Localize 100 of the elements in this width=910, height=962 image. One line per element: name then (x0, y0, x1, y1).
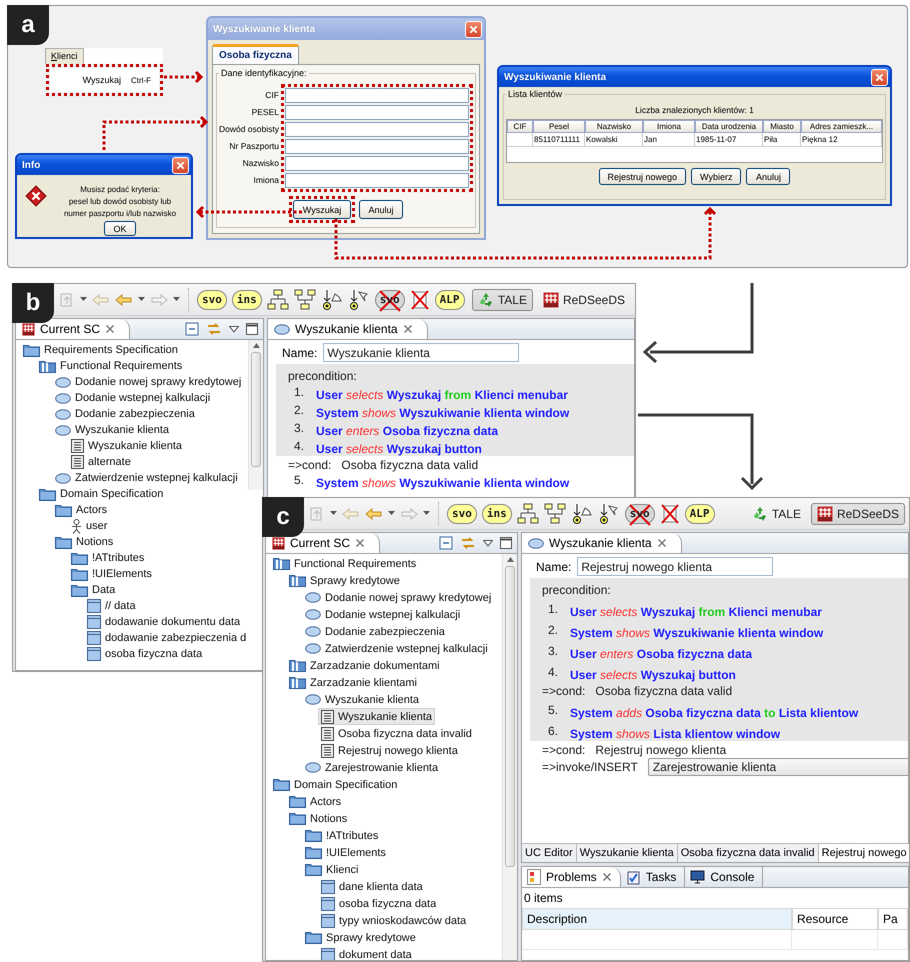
tree-item[interactable]: !UIElements (302, 844, 389, 861)
back-arrow-icon[interactable] (365, 506, 383, 520)
view-tab[interactable]: Current SC (16, 319, 130, 339)
maximize-icon[interactable] (500, 537, 512, 549)
tree-item[interactable]: dane klienta data (318, 878, 426, 895)
tree-item[interactable]: Zarzadzanie klientami (286, 674, 420, 691)
crossed-box-icon[interactable] (660, 502, 680, 524)
tree-item[interactable]: dokument data (318, 946, 415, 960)
dialog-button[interactable]: Anuluj (746, 168, 790, 185)
caret-icon[interactable] (423, 511, 430, 516)
tree-item[interactable]: Actors (286, 793, 344, 810)
tree-item[interactable]: Zatwierdzenie wstepnej kalkulacji (52, 470, 241, 486)
name-field[interactable]: Wyszukanie klienta (323, 343, 520, 362)
tree-item[interactable]: alternate (68, 454, 134, 470)
toolbar-button[interactable]: ALP (684, 504, 714, 524)
marker-icon[interactable] (570, 502, 593, 524)
link-icon[interactable] (460, 536, 476, 550)
name-field[interactable]: Rejestruj nowego klienta (577, 557, 774, 576)
tree-item[interactable]: Actors (52, 502, 110, 518)
merge-icon[interactable] (544, 502, 566, 524)
tree-item[interactable]: Dodanie wstepnej kalkulacji (302, 606, 464, 623)
dialog-tab[interactable]: Osoba fizyczna (212, 44, 299, 64)
column-header[interactable]: Description (522, 908, 792, 930)
perspective-button[interactable]: TALE (472, 288, 533, 310)
dialog-button[interactable]: Wyszukaj (293, 200, 351, 219)
input-field[interactable] (285, 173, 469, 188)
tree-item[interactable]: Zatwierdzenie wstepnej kalkulacji (302, 640, 491, 657)
marker-icon[interactable] (320, 288, 343, 310)
crossed-box-icon[interactable] (410, 288, 430, 310)
branch-icon[interactable] (516, 502, 539, 524)
ok-button[interactable]: OK (104, 221, 136, 236)
caret-icon[interactable] (173, 297, 180, 302)
dropdown-field[interactable]: Zarejestrowanie klienta (648, 758, 908, 776)
tree-item[interactable]: Zarzadzanie dokumentami (286, 657, 443, 674)
tree-item[interactable]: Dodanie nowej sprawy kredytowej (52, 374, 244, 390)
tree-item[interactable]: Rejestruj nowego klienta (318, 742, 461, 759)
tree-item[interactable]: !ATtributes (302, 827, 382, 844)
input-field[interactable] (285, 105, 469, 120)
input-field[interactable] (285, 139, 469, 154)
dialog-button[interactable]: Rejestruj nowego (598, 168, 686, 185)
scroll-up-icon[interactable] (506, 557, 514, 562)
tree-item[interactable]: Dodanie wstepnej kalkulacji (52, 390, 214, 406)
tree-item[interactable]: Dodanie zabezpieczenia (52, 406, 198, 422)
view-tab[interactable]: Console (685, 867, 764, 887)
toolbar-button[interactable]: svo (197, 290, 227, 310)
view-menu-icon[interactable] (483, 540, 493, 546)
branch-icon[interactable] (266, 288, 289, 310)
tree-item[interactable]: Zarejestrowanie klienta (302, 759, 442, 776)
menu-item[interactable]: Wyszukaj Ctrl-F (50, 68, 159, 92)
column-header[interactable]: Imiona (643, 120, 695, 133)
tree-item[interactable]: osoba fizyczna data (318, 895, 440, 912)
tree-item[interactable]: Wyszukanie klienta (318, 708, 436, 725)
tree-item[interactable]: Functional Requirements (270, 555, 420, 572)
toolbar-button[interactable]: ins (482, 504, 512, 524)
marker-icon[interactable] (598, 502, 620, 524)
column-header[interactable]: Adres zamieszk... (801, 120, 882, 133)
tree-item[interactable]: Sprawy kredytowe (286, 572, 403, 589)
tree-item[interactable]: dodawanie dokumentu data (84, 614, 244, 630)
perspective-button[interactable]: TALE (746, 502, 807, 524)
view-tab[interactable]: Tasks (620, 867, 686, 887)
tree-item[interactable]: dodawanie zabezpieczenia d (84, 630, 248, 646)
tree-item[interactable]: Wyszukanie klienta (68, 438, 186, 454)
toolbar-button[interactable]: ALP (434, 290, 464, 310)
dialog-button[interactable]: Wybierz (691, 168, 742, 185)
caret-icon[interactable] (330, 511, 337, 516)
scrollbar[interactable] (248, 340, 263, 490)
tree-item[interactable]: Dodanie nowej sprawy kredytowej (302, 589, 494, 606)
input-field[interactable] (285, 122, 469, 137)
column-header[interactable]: Pa (878, 908, 908, 930)
caret-icon[interactable] (80, 297, 87, 302)
collapse-icon[interactable] (185, 322, 199, 336)
close-button[interactable] (465, 20, 482, 38)
column-header[interactable]: CIF (507, 120, 533, 133)
tree-item[interactable]: osoba fizyczna data (84, 646, 206, 662)
column-header[interactable]: Miasto (763, 120, 801, 133)
view-tab[interactable]: Problems (522, 867, 621, 887)
caret-icon[interactable] (138, 297, 145, 302)
caret-icon[interactable] (388, 511, 395, 516)
scroll-up-icon[interactable] (252, 343, 260, 348)
editor-tab[interactable]: Wyszukanie klienta (268, 319, 428, 339)
close-button[interactable] (172, 156, 189, 174)
tree-item[interactable]: user (68, 518, 110, 534)
collapse-icon[interactable] (439, 536, 453, 550)
toolbar-button[interactable]: ins (232, 290, 262, 310)
column-header[interactable]: Pesel (533, 120, 585, 133)
toolbar-button[interactable]: svo (447, 504, 477, 524)
maximize-icon[interactable] (246, 323, 258, 335)
tree-item[interactable]: Data (68, 582, 118, 598)
column-header[interactable]: Nazwisko (585, 120, 643, 133)
tree-item[interactable]: Domain Specification (36, 486, 166, 502)
merge-icon[interactable] (294, 288, 316, 310)
tree-item[interactable]: Dodanie zabezpieczenia (302, 623, 448, 640)
column-header[interactable]: Data urodzenia (695, 120, 763, 133)
tree-item[interactable]: Wyszukanie klienta (52, 422, 172, 438)
tree-item[interactable]: Notions (286, 810, 350, 827)
tree-item[interactable]: Functional Requirements (36, 358, 186, 374)
tree-item[interactable]: Domain Specification (270, 776, 400, 793)
tree-item[interactable]: Notions (52, 534, 116, 550)
page-tab[interactable]: UC Editor (522, 844, 577, 862)
perspective-button[interactable]: ReDSeeDS (536, 288, 631, 310)
